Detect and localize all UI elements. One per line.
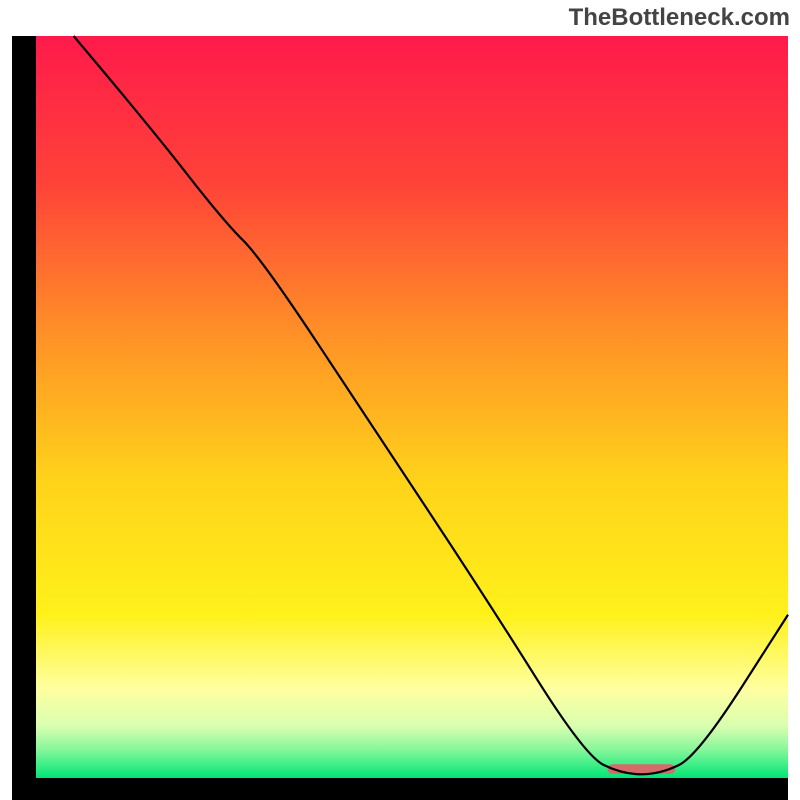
bottleneck-chart xyxy=(0,0,800,800)
chart-container: TheBottleneck.com xyxy=(0,0,800,800)
watermark-text: TheBottleneck.com xyxy=(569,4,790,32)
optimum-marker xyxy=(608,764,676,774)
plot-background xyxy=(36,36,788,778)
